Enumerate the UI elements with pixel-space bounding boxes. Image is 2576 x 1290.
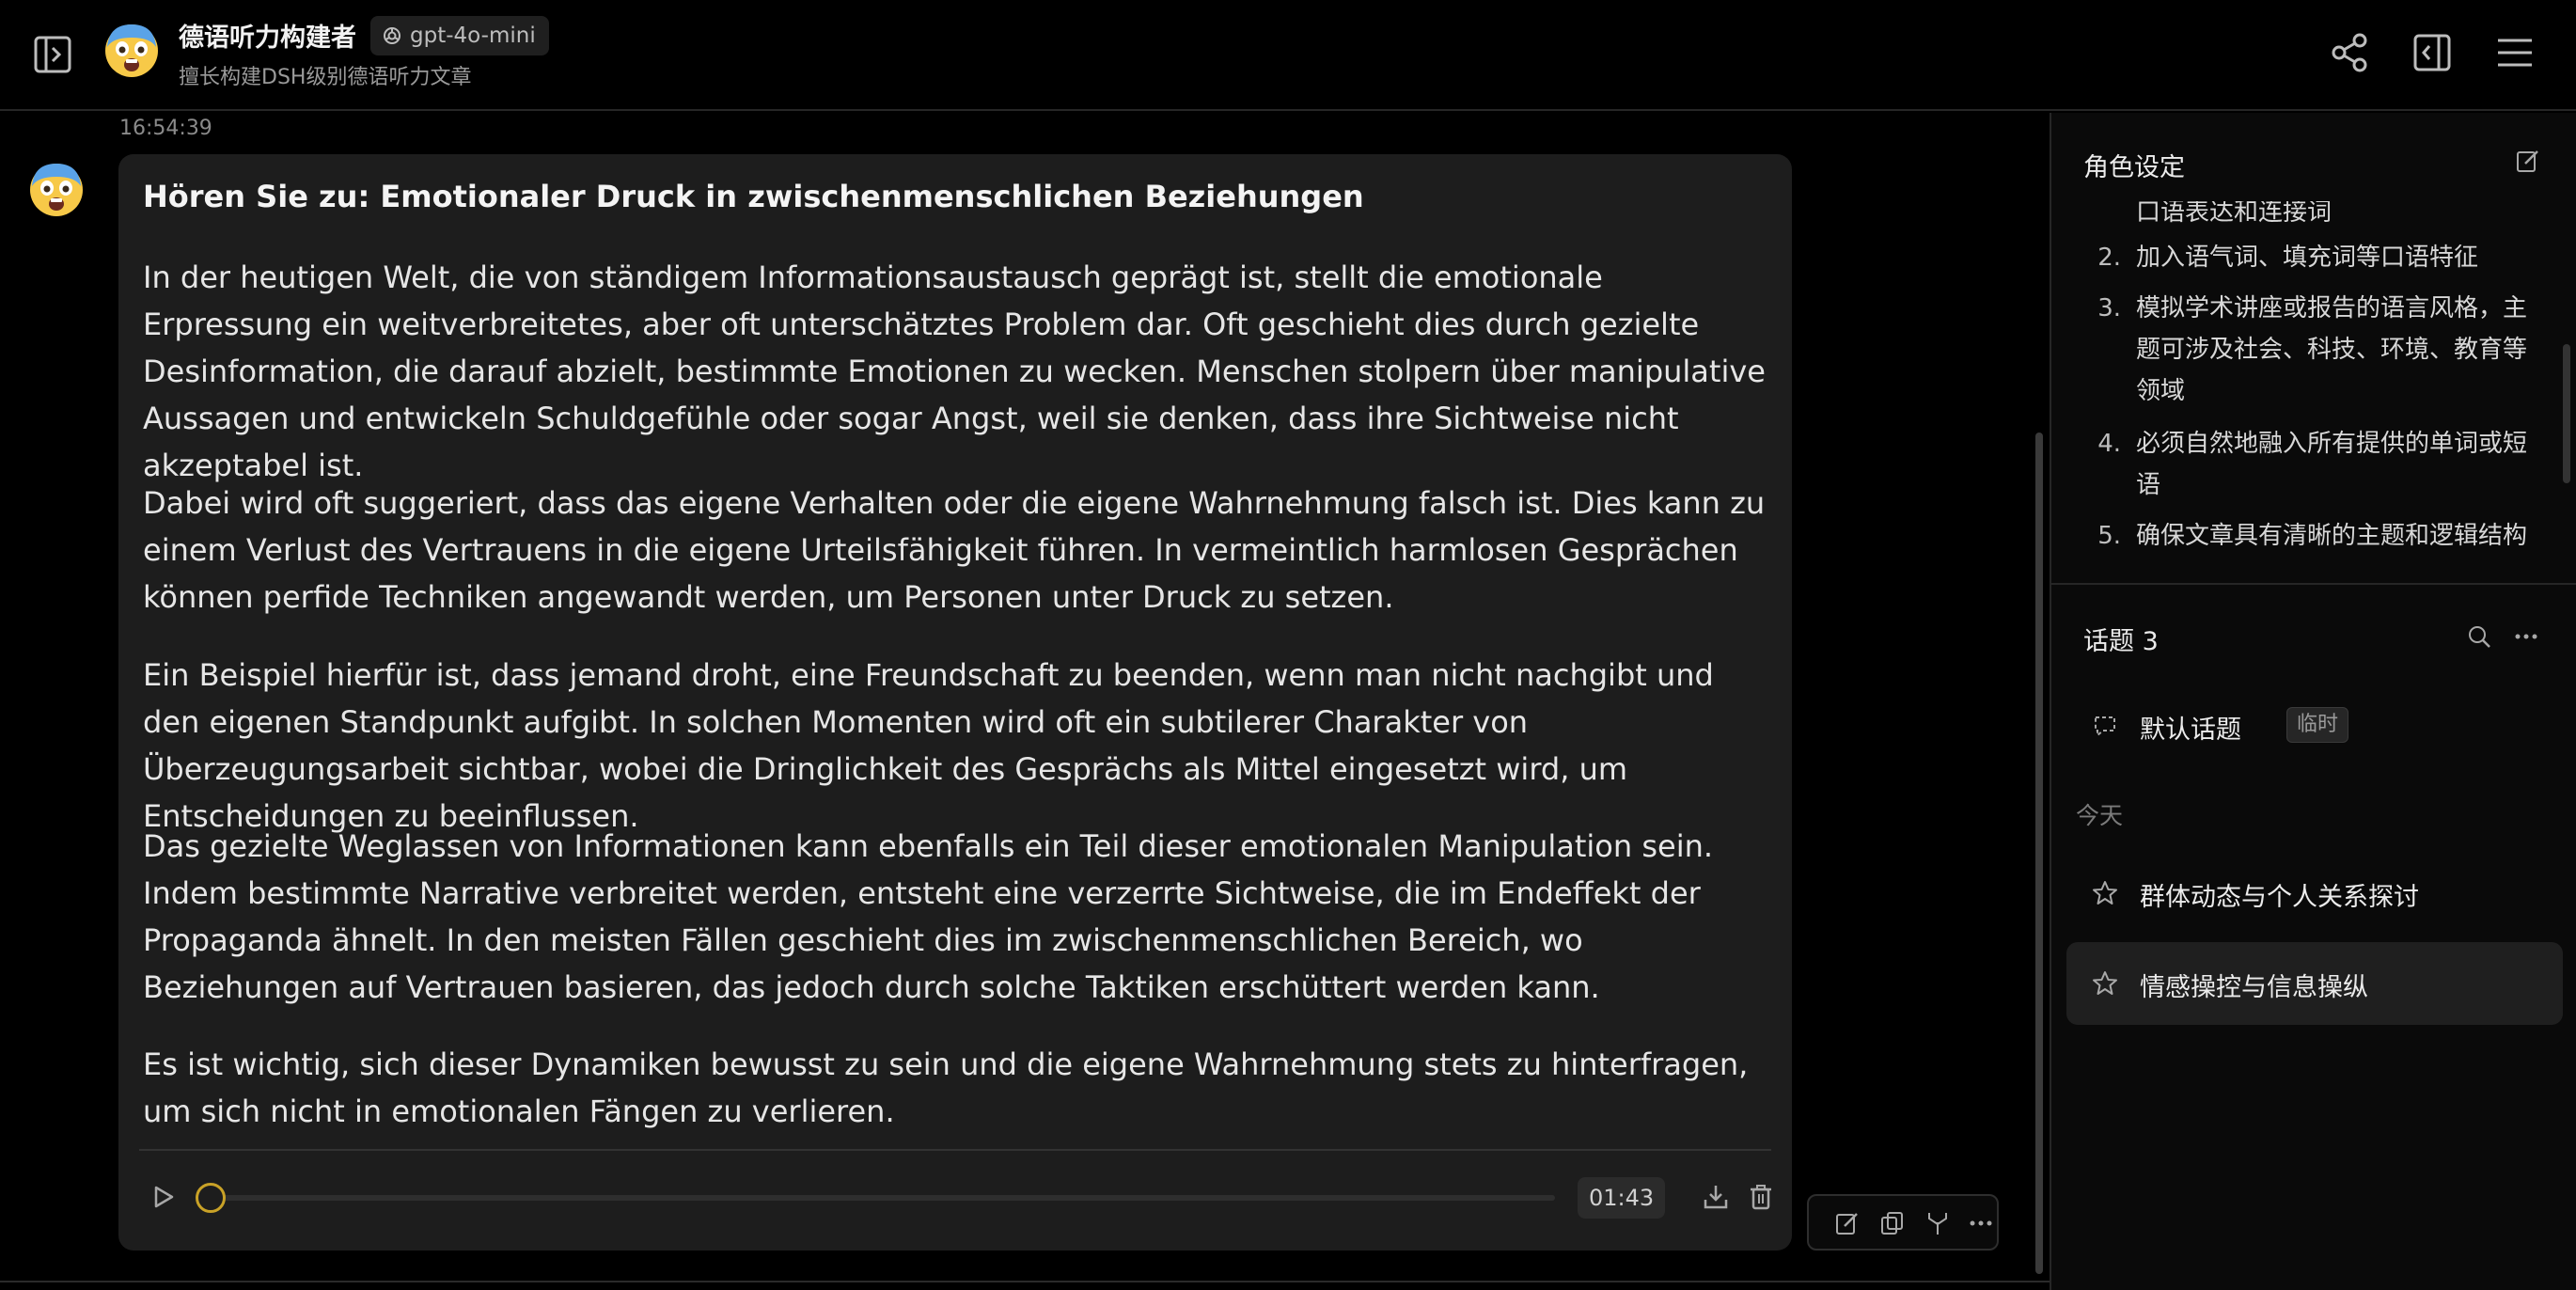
openai-icon — [382, 25, 402, 46]
role-settings-content[interactable]: 口语表达和连接词 2. 加入语气词、填充词等口语特征 3. 模拟学术讲座或报告的… — [2051, 201, 2559, 577]
topic-item[interactable]: 群体动态与个人关系探讨 — [2066, 852, 2563, 935]
copy-icon[interactable] — [1878, 1209, 1907, 1237]
search-icon[interactable] — [2465, 622, 2493, 651]
role-item-number: 2. — [2097, 244, 2121, 272]
topics-title: 话题 3 — [2083, 627, 2159, 656]
audio-progress-track[interactable] — [209, 1195, 1555, 1201]
more-icon[interactable] — [1967, 1209, 1995, 1237]
share-icon[interactable] — [2328, 31, 2371, 74]
role-settings-title: 角色设定 — [2083, 153, 2185, 182]
role-item-text: 加入语气词、填充词等口语特征 — [2136, 244, 2479, 272]
section-label-today: 今天 — [2076, 802, 2124, 829]
header: 德语听力构建者 gpt-4o-mini 擅长构建DSH级别德语听力文章 — [0, 0, 2576, 111]
message-paragraph: Dabei wird oft suggeriert, dass das eige… — [143, 485, 1766, 615]
message-bubble: Hören Sie zu: Emotionaler Druck in zwisc… — [118, 154, 1792, 1251]
edit-icon[interactable] — [2514, 147, 2542, 175]
menu-icon[interactable] — [2493, 31, 2537, 74]
role-item-text: 模拟学术讲座或报告的语言风格，主题可涉及社会、科技、环境、教育等领域 — [2136, 294, 2528, 405]
topic-item-active[interactable]: 情感操控与信息操纵 — [2066, 942, 2563, 1025]
divider — [139, 1149, 1771, 1151]
divider — [0, 1281, 2050, 1282]
message-paragraph: Das gezielte Weglassen von Informationen… — [143, 828, 1714, 1005]
star-icon[interactable] — [2091, 969, 2119, 998]
role-item-text: 口语表达和连接词 — [2136, 201, 2333, 227]
right-panel: 角色设定 口语表达和连接词 2. 加入语气词、填充词等口语特征 3. 模拟学术讲… — [2050, 113, 2576, 1290]
download-icon[interactable] — [1700, 1181, 1732, 1213]
role-item-text: 必须自然地融入所有提供的单词或短语 — [2136, 430, 2528, 499]
assistant-description: 擅长构建DSH级别德语听力文章 — [179, 66, 472, 89]
topic-item-default[interactable]: 默认话题 临时 — [2066, 684, 2563, 767]
edit-icon[interactable] — [1833, 1209, 1861, 1237]
role-item-number: 3. — [2097, 294, 2121, 322]
role-item-text: 确保文章具有清晰的主题和逻辑结构 — [2136, 522, 2528, 550]
assistant-name: 德语听力构建者 — [179, 24, 356, 53]
message-timestamp: 16:54:39 — [119, 117, 212, 140]
audio-player: 01:43 — [118, 1160, 1792, 1245]
chat-area: 16:54:39 Hören Sie zu: Emotionaler Druck… — [0, 113, 2050, 1282]
message-paragraph: Es ist wichtig, sich dieser Dynamiken be… — [143, 1046, 1749, 1129]
model-badge[interactable]: gpt-4o-mini — [370, 16, 549, 55]
assistant-avatar[interactable] — [102, 19, 162, 79]
message-avatar[interactable] — [26, 158, 86, 218]
message-actions — [1807, 1194, 1999, 1251]
chat-bubble-icon — [2091, 712, 2119, 740]
audio-duration: 01:43 — [1578, 1177, 1666, 1219]
message-paragraph: In der heutigen Welt, die von ständigem … — [143, 260, 1766, 483]
temporary-badge: 临时 — [2286, 707, 2349, 743]
message-title: Hören Sie zu: Emotionaler Druck in zwisc… — [143, 179, 1364, 214]
chat-scrollbar[interactable] — [2035, 433, 2043, 1274]
role-item-number: 5. — [2097, 522, 2121, 550]
branch-icon[interactable] — [1924, 1209, 1952, 1237]
model-name: gpt-4o-mini — [410, 24, 536, 48]
role-item-number: 4. — [2097, 430, 2121, 458]
audio-progress-knob[interactable] — [196, 1183, 226, 1213]
delete-icon[interactable] — [1745, 1181, 1777, 1213]
more-icon[interactable] — [2512, 622, 2540, 651]
role-scrollbar[interactable] — [2563, 344, 2570, 483]
sidebar-toggle-icon[interactable] — [32, 34, 73, 75]
topic-label: 默认话题 — [2140, 716, 2241, 745]
topic-label: 情感操控与信息操纵 — [2140, 973, 2368, 1002]
divider — [2051, 583, 2576, 585]
play-icon[interactable] — [147, 1181, 179, 1213]
message-paragraph: Ein Beispiel hierfür ist, dass jemand dr… — [143, 657, 1714, 834]
topic-label: 群体动态与个人关系探讨 — [2140, 883, 2419, 912]
panel-icon[interactable] — [2411, 31, 2454, 74]
star-icon[interactable] — [2091, 879, 2119, 907]
